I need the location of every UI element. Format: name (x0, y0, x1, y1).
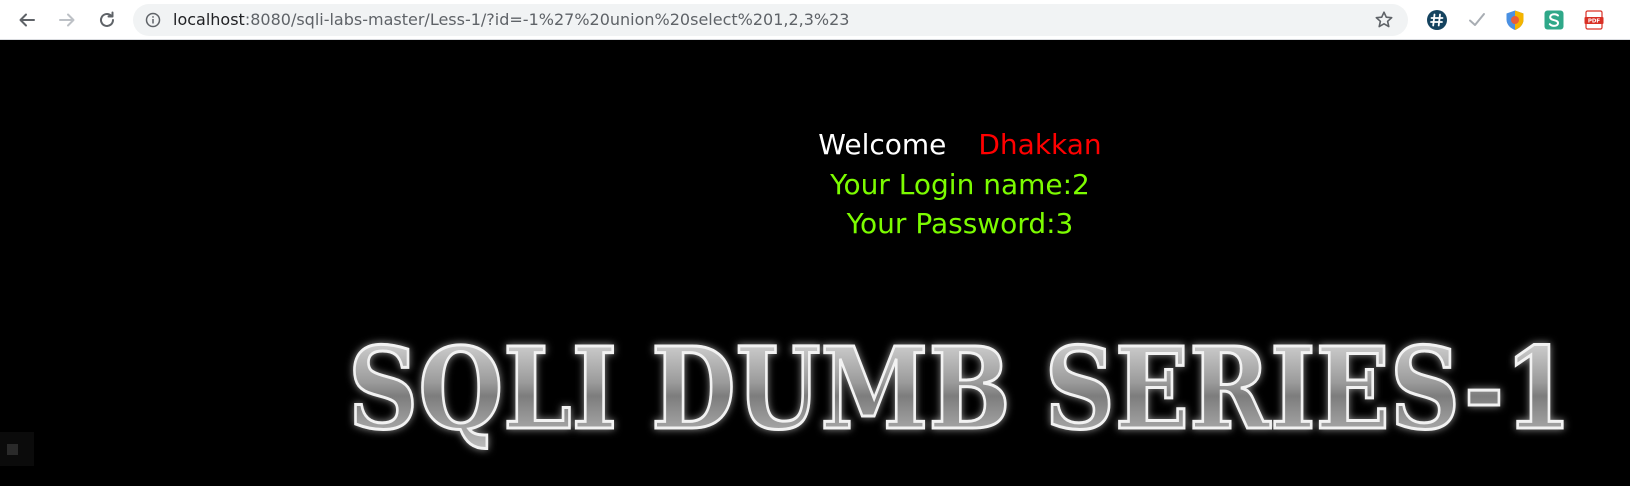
series-title-text: SQLI DUMB SERIES-1 (348, 324, 1572, 455)
star-icon[interactable] (1374, 10, 1394, 30)
check-extension-button[interactable] (1466, 9, 1488, 31)
reload-button[interactable] (93, 6, 121, 34)
login-name-result: Your Login name:2 (830, 168, 1090, 201)
shield-extension-icon (1506, 10, 1524, 30)
hash-extension-button[interactable] (1426, 9, 1448, 31)
welcome-line: Welcome Dhakkan (0, 128, 1630, 161)
url-path: :8080/sqli-labs-master/Less-1/?id=-1%27%… (244, 10, 850, 29)
reload-icon (100, 11, 114, 27)
svg-text:PDF: PDF (1588, 19, 1601, 25)
hash-extension-icon (1427, 10, 1447, 30)
series-title-banner: SQLI DUMB SERIES-1 (347, 323, 1574, 457)
s-extension-icon (1544, 10, 1564, 30)
page-content: Welcome Dhakkan Your Login name:2 Your Pa… (0, 40, 1630, 486)
forward-arrow-icon (59, 13, 75, 27)
pdf-extension-icon: PDF (1584, 10, 1604, 30)
browser-toolbar: localhost:8080/sqli-labs-master/Less-1/?… (0, 0, 1630, 40)
welcome-label: Welcome (818, 128, 947, 161)
check-extension-icon (1469, 13, 1485, 26)
address-bar[interactable]: localhost:8080/sqli-labs-master/Less-1/?… (133, 4, 1408, 36)
s-extension-button[interactable] (1543, 9, 1565, 31)
pdf-extension-button[interactable]: PDF (1583, 9, 1605, 31)
corner-widget-square (7, 444, 18, 455)
url-host: localhost (173, 10, 245, 29)
password-result: Your Password:3 (846, 207, 1074, 240)
info-icon[interactable] (145, 12, 161, 28)
back-button[interactable] (13, 6, 41, 34)
corner-widget (0, 432, 34, 466)
welcome-username: Dhakkan (978, 128, 1102, 161)
forward-button[interactable] (53, 6, 81, 34)
back-arrow-icon (19, 13, 35, 27)
shield-extension-button[interactable] (1504, 9, 1526, 31)
url-text[interactable]: localhost:8080/sqli-labs-master/Less-1/?… (173, 4, 849, 36)
